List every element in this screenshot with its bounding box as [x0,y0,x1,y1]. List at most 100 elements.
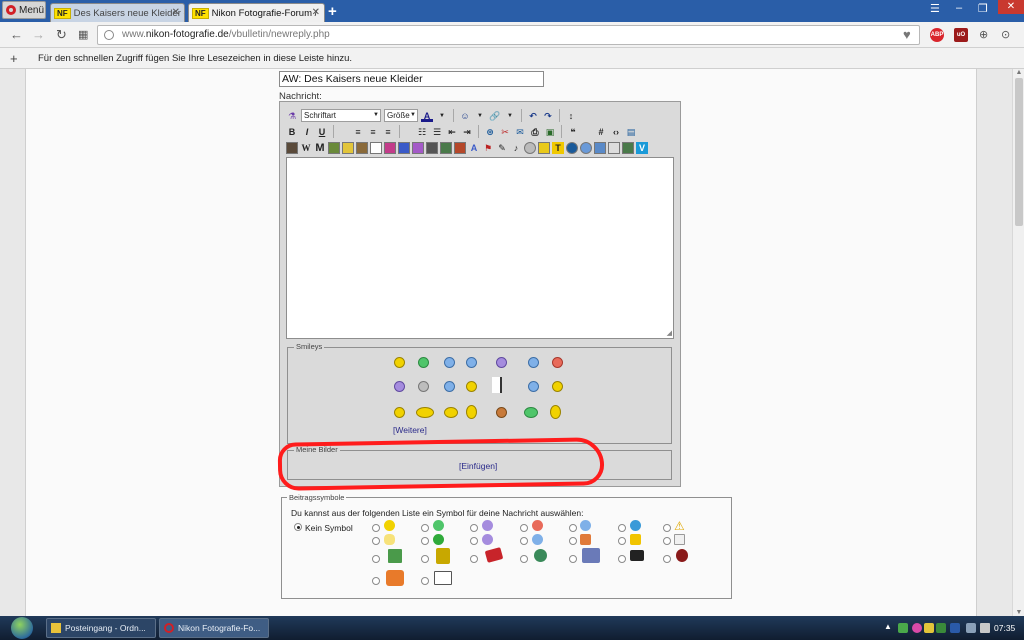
url-input[interactable]: www.nikon-fotografie.de/vbulletin/newrep… [97,25,920,45]
insert-image-icon[interactable]: ▣ [544,126,556,138]
smiley-thumbs-icon[interactable] [466,405,477,419]
post-icon-radio[interactable] [372,524,380,532]
smiley-cheers-icon[interactable] [444,407,458,418]
post-icon-radio-none[interactable] [294,523,302,531]
wrap-php-icon[interactable]: ▤ [625,126,637,138]
smiley-sign-icon[interactable] [492,377,502,393]
font-a-icon[interactable]: A [468,142,480,154]
custom-bbcode-11-icon[interactable] [524,141,536,154]
custom-bbcode-17-icon[interactable] [622,141,634,154]
insert-email-icon[interactable]: ✉ [514,126,526,138]
smiley-laugh-icon[interactable] [466,381,477,392]
custom-bbcode-9-icon[interactable] [440,141,452,154]
post-icon-radio[interactable] [470,524,478,532]
wrap-html-icon[interactable]: ‹› [610,126,622,138]
smiley-happy-icon[interactable] [394,407,405,418]
opera-menu-button[interactable]: Menü [2,1,46,19]
italic-icon[interactable]: I [301,126,313,138]
custom-bbcode-6-icon[interactable] [398,141,410,154]
taskbar-item-opera[interactable]: Nikon Fotografie-Fo... [159,618,269,638]
smiley-dropdown-icon[interactable]: ▼ [474,110,486,122]
custom-bbcode-4-icon[interactable] [356,141,368,154]
insert-smiley-icon[interactable]: ☺ [459,110,471,122]
unordered-list-icon[interactable]: ☰ [431,126,443,138]
add-bookmark-plus-icon[interactable]: + [10,51,18,66]
smiley-dance-icon[interactable] [550,405,561,419]
smiley-eek-icon[interactable] [552,381,563,392]
align-right-icon[interactable]: ≡ [382,126,394,138]
text-t-icon[interactable]: T [552,141,564,154]
close-window-icon[interactable]: ✕ [998,0,1024,14]
post-icon-radio[interactable] [520,524,528,532]
tray-app-1-icon[interactable] [898,623,908,633]
insert-attachment-icon[interactable]: ⎙ [529,126,541,138]
underline-icon[interactable]: U [316,126,328,138]
smiley-wink-icon[interactable] [466,357,477,368]
post-icon-radio[interactable] [663,555,671,563]
post-icon-radio[interactable] [618,524,626,532]
wikipedia-icon[interactable]: W [300,142,312,154]
tray-app-2-icon[interactable] [912,623,922,633]
custom-bbcode-8-icon[interactable] [426,141,438,154]
resize-grip-icon[interactable]: ◢ [667,329,672,337]
scroll-down-arrow-icon[interactable]: ▼ [1013,609,1024,616]
network-icon[interactable] [966,623,976,633]
post-icon-radio[interactable] [618,555,626,563]
reload-icon[interactable]: ↻ [56,27,67,43]
resize-editor-icon[interactable]: ↕ [565,110,577,122]
undo-icon[interactable]: ↶ [527,110,539,122]
smiley-smile-icon[interactable] [394,357,405,368]
align-left-icon[interactable]: ≡ [352,126,364,138]
post-icon-radio[interactable] [470,555,478,563]
ordered-list-icon[interactable]: ☷ [416,126,428,138]
insert-link-icon[interactable]: ⊛ [484,126,496,138]
smiley-confused-icon[interactable] [418,381,429,392]
smiley-frown-icon[interactable] [394,381,405,392]
text-color-icon[interactable]: A [421,110,433,122]
post-icon-radio[interactable] [520,555,528,563]
smiley-turtle-icon[interactable] [524,407,538,418]
attachment-dropdown-icon[interactable]: ▼ [504,110,516,122]
custom-bbcode-7-icon[interactable] [412,141,424,154]
bold-icon[interactable]: B [286,126,298,138]
page-scrollbar[interactable]: ▲ ▼ [1012,69,1024,616]
tray-app-4-icon[interactable] [936,623,946,633]
post-icon-radio[interactable] [372,577,380,585]
easy-setup-icon[interactable]: ⊙ [1001,28,1010,41]
smiley-sunglasses-icon[interactable] [528,357,539,368]
speed-dial-grid-icon[interactable]: ▦ [78,28,88,41]
post-icon-radio[interactable] [470,537,478,545]
smiley-grin-icon[interactable] [418,357,429,368]
scroll-thumb[interactable] [1015,78,1023,226]
smiley-rolleyes-icon[interactable] [528,381,539,392]
tray-expand-icon[interactable]: ▲ [884,622,892,631]
site-info-globe-icon[interactable] [104,30,114,40]
minimize-icon[interactable]: – [956,2,962,14]
custom-bbcode-12-icon[interactable] [538,141,550,154]
custom-bbcode-3-icon[interactable] [342,141,354,154]
custom-bbcode-14-icon[interactable] [580,141,592,154]
tab-nikon-forum[interactable]: NF Nikon Fotografie-Forum / ✕ [188,3,325,22]
bookmark-heart-icon[interactable]: ♥ [903,27,911,42]
post-icon-radio[interactable] [663,524,671,532]
post-icon-radio[interactable] [520,537,528,545]
pdf-icon[interactable]: ⚑ [482,142,494,154]
tab-des-kaisers[interactable]: NF Des Kaisers neue Kleider - ✕ [50,3,185,22]
smiley-monkey-icon[interactable] [496,407,507,418]
custom-bbcode-5-icon[interactable] [384,141,396,154]
post-icon-radio[interactable] [421,577,429,585]
remove-link-icon[interactable]: ✂ [499,126,511,138]
outdent-icon[interactable]: ⇤ [446,126,458,138]
clipboard-icon[interactable] [370,141,382,154]
post-icon-radio[interactable] [421,524,429,532]
custom-bbcode-16-icon[interactable] [608,141,620,154]
tab-close-icon[interactable]: ✕ [312,7,320,18]
custom-bbcode-2-icon[interactable] [328,141,340,154]
smiley-cool-icon[interactable] [444,357,455,368]
smiley-mad-icon[interactable] [552,357,563,368]
forward-arrow-icon[interactable]: → [32,27,45,42]
custom-bbcode-1-icon[interactable] [286,141,298,154]
align-center-icon[interactable]: ≡ [367,126,379,138]
post-icon-radio[interactable] [372,555,380,563]
taskbar-clock[interactable]: 07:35 [994,623,1015,633]
